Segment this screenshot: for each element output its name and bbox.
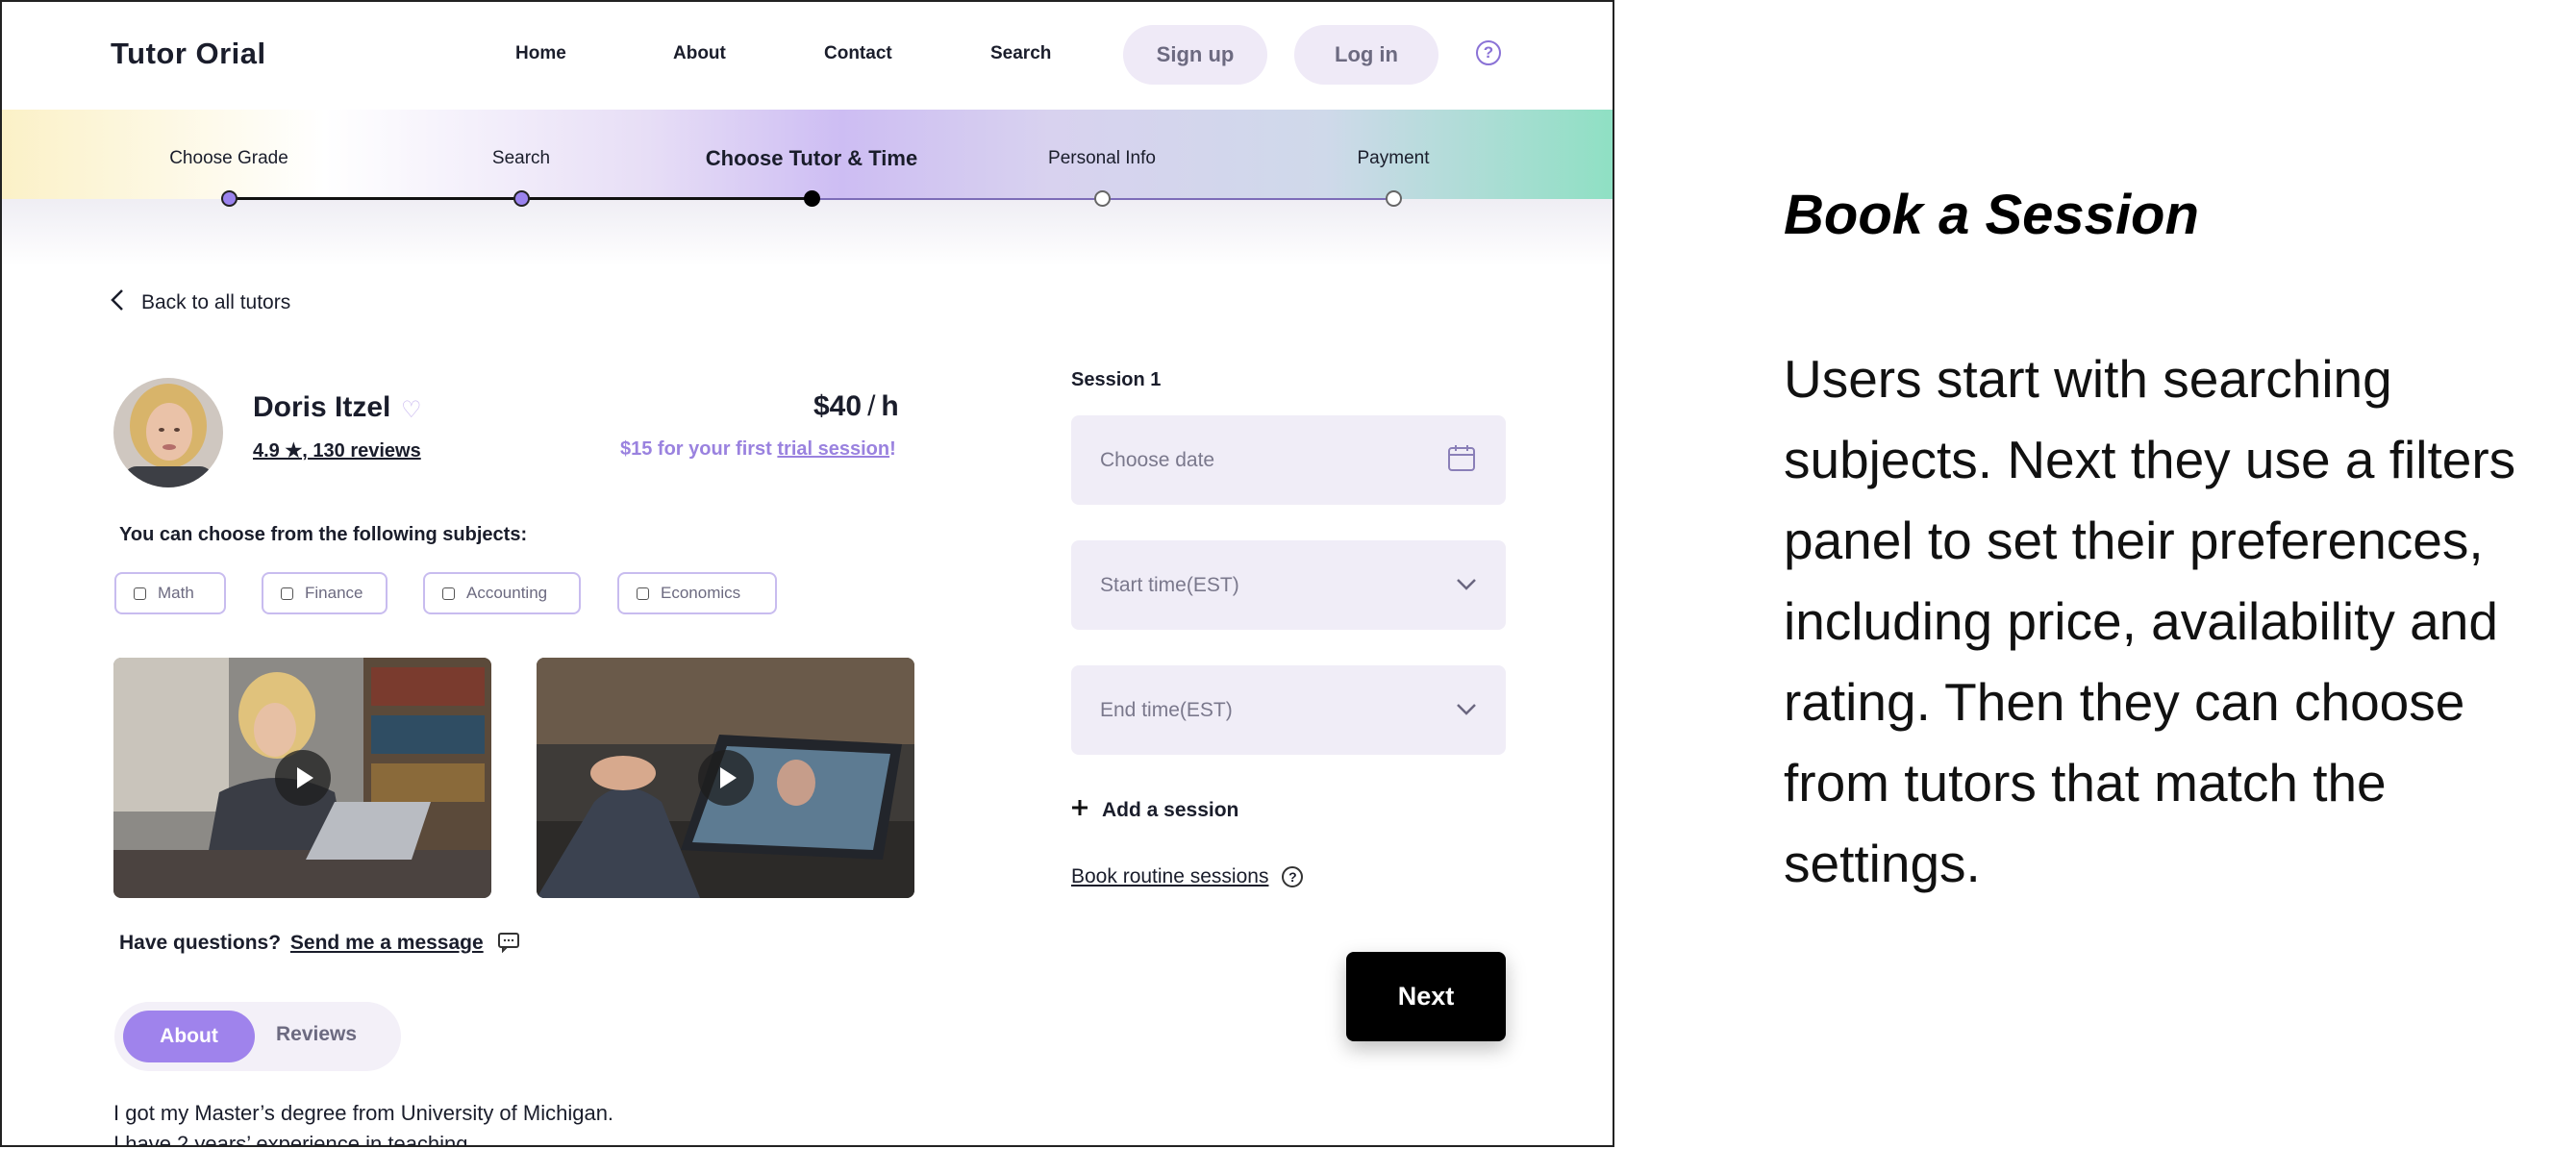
- subject-chip-finance[interactable]: Finance: [262, 572, 388, 614]
- send-message-link[interactable]: Send me a message: [290, 932, 484, 954]
- chevron-down-icon: [1456, 699, 1477, 722]
- trial-session-link[interactable]: trial session: [777, 438, 889, 460]
- price-separator: /: [867, 390, 876, 422]
- tutor-rating[interactable]: 4.9 ★, 130 reviews: [253, 438, 421, 462]
- intro-video-1[interactable]: [113, 658, 491, 898]
- bio-line: I got my Master’s degree from University…: [113, 1101, 614, 1125]
- date-placeholder: Choose date: [1100, 448, 1215, 471]
- tutor-bio: I got my Master’s degree from University…: [113, 1098, 614, 1147]
- start-time-placeholder: Start time(EST): [1100, 573, 1239, 596]
- stepper-shadow: [2, 199, 1613, 266]
- checkbox-icon: [442, 587, 455, 600]
- subject-chip-accounting[interactable]: Accounting: [423, 572, 581, 614]
- price-unit: h: [881, 390, 899, 422]
- step-dot-personal-info: [1094, 190, 1111, 207]
- help-icon[interactable]: ?: [1476, 40, 1501, 65]
- nav-about[interactable]: About: [673, 43, 726, 64]
- add-session-button[interactable]: Add a session: [1071, 799, 1238, 822]
- side-description: Users start with searching subjects. Nex…: [1784, 349, 2516, 893]
- step-label-payment: Payment: [1357, 148, 1430, 168]
- nav-search[interactable]: Search: [990, 43, 1051, 64]
- promo-prefix: $15 for your first: [620, 438, 778, 460]
- subjects-heading: You can choose from the following subjec…: [119, 524, 528, 545]
- login-button[interactable]: Log in: [1294, 25, 1438, 85]
- intro-video-2[interactable]: [537, 658, 914, 898]
- subject-label: Math: [158, 584, 194, 602]
- tutor-avatar: [113, 378, 223, 487]
- nav-contact[interactable]: Contact: [824, 43, 892, 64]
- nav-home[interactable]: Home: [515, 43, 566, 64]
- trial-promo: $15 for your first trial session!: [620, 438, 896, 461]
- bio-line: I have 2 years’ experience in teaching.: [113, 1132, 474, 1147]
- promo-suffix: !: [889, 438, 896, 460]
- step-dot-choose-tutor: [804, 190, 820, 207]
- tab-about[interactable]: About: [123, 1011, 255, 1062]
- heart-icon[interactable]: ♡: [401, 396, 422, 424]
- play-icon[interactable]: [697, 750, 754, 806]
- date-picker[interactable]: Choose date: [1071, 415, 1506, 505]
- logo[interactable]: Tutor Orial: [111, 37, 266, 71]
- calendar-icon[interactable]: [1446, 442, 1477, 479]
- checkbox-icon: [637, 587, 649, 600]
- end-time-select[interactable]: End time(EST): [1071, 665, 1506, 755]
- play-icon[interactable]: [274, 750, 331, 806]
- chevron-down-icon: [1456, 574, 1477, 597]
- app-window: Tutor Orial Home About Contact Search Si…: [0, 0, 1614, 1147]
- step-label-choose-tutor: Choose Tutor & Time: [705, 146, 918, 170]
- tutor-name: Doris Itzel: [253, 391, 391, 423]
- side-title: Book a Session: [1784, 184, 2199, 246]
- start-time-select[interactable]: Start time(EST): [1071, 540, 1506, 630]
- checkbox-icon: [134, 587, 146, 600]
- price-value: $40: [813, 390, 863, 422]
- step-dot-payment: [1386, 190, 1402, 207]
- step-label-search: Search: [491, 148, 551, 168]
- book-routine-link[interactable]: Book routine sessions ?: [1071, 865, 1304, 888]
- add-session-label: Add a session: [1102, 799, 1239, 821]
- tutor-price: $40/h: [813, 390, 899, 423]
- contact-prompt-text: Have questions?: [119, 932, 282, 954]
- subject-label: Finance: [305, 584, 363, 602]
- back-link[interactable]: Back to all tutors: [111, 288, 290, 317]
- signup-button[interactable]: Sign up: [1123, 25, 1267, 85]
- back-link-label: Back to all tutors: [141, 291, 291, 313]
- chevron-left-icon: [111, 288, 124, 317]
- next-button[interactable]: Next: [1346, 952, 1506, 1041]
- plus-icon: [1071, 799, 1088, 822]
- subject-label: Economics: [661, 584, 741, 602]
- step-label-choose-grade: Choose Grade: [169, 148, 288, 168]
- subject-chip-economics[interactable]: Economics: [617, 572, 777, 614]
- tab-reviews[interactable]: Reviews: [276, 1023, 357, 1046]
- checkbox-icon: [281, 587, 293, 600]
- end-time-placeholder: End time(EST): [1100, 698, 1233, 721]
- step-dot-search[interactable]: [513, 190, 530, 207]
- book-routine-label: Book routine sessions: [1071, 865, 1269, 887]
- help-circle-icon[interactable]: ?: [1282, 866, 1304, 887]
- contact-prompt: Have questions? Send me a message: [119, 932, 522, 955]
- step-dot-choose-grade[interactable]: [221, 190, 238, 207]
- session-heading: Session 1: [1071, 369, 1162, 390]
- message-icon[interactable]: [489, 932, 522, 954]
- subject-chip-math[interactable]: Math: [114, 572, 226, 614]
- step-label-personal-info: Personal Info: [1048, 148, 1156, 168]
- subject-label: Accounting: [466, 584, 548, 602]
